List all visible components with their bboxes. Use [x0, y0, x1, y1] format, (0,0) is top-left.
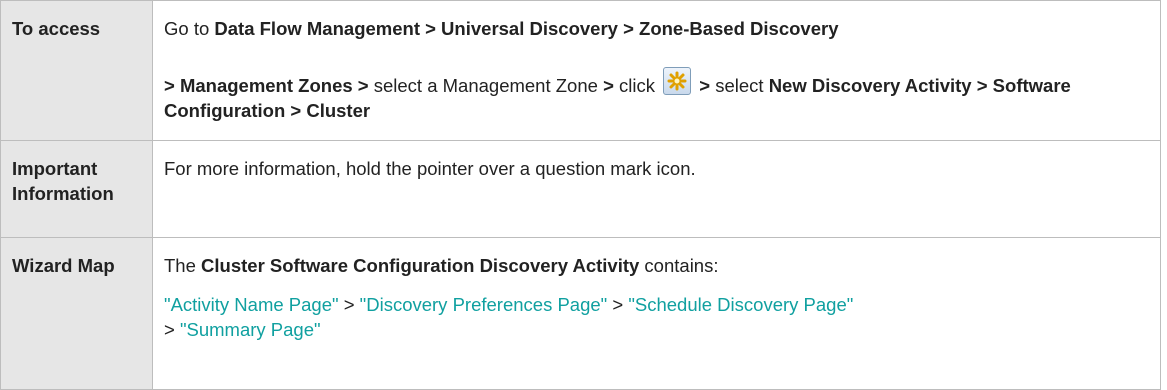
access-line-1: Go to Data Flow Management > Universal D…: [164, 16, 1150, 41]
wizard-intro: The Cluster Software Configuration Disco…: [164, 253, 1150, 278]
wizard-links: "Activity Name Page" > "Discovery Prefer…: [164, 292, 1150, 342]
access-path-1: Data Flow Management > Universal Discove…: [214, 18, 839, 39]
new-asterisk-icon: [663, 67, 692, 95]
access-path-2: > Management Zones >: [164, 75, 369, 96]
link-summary-page[interactable]: "Summary Page": [180, 319, 321, 340]
info-table: To access Go to Data Flow Management > U…: [0, 0, 1161, 390]
access-text-goto: Go to: [164, 18, 215, 39]
content-wizard-map: The Cluster Software Configuration Disco…: [152, 237, 1161, 390]
label-to-access: To access: [0, 0, 153, 141]
content-to-access: Go to Data Flow Management > Universal D…: [152, 0, 1161, 141]
wizard-text-the: The: [164, 255, 202, 276]
label-wizard-map: Wizard Map: [0, 237, 153, 390]
wizard-sep-3: >: [164, 319, 180, 340]
row-important-information: Important Information For more informati…: [0, 140, 1161, 238]
wizard-text-contains: contains:: [639, 255, 719, 276]
label-important-information: Important Information: [0, 140, 153, 238]
access-sep-2: >: [699, 75, 711, 96]
link-activity-name-page[interactable]: "Activity Name Page": [164, 294, 339, 315]
access-text-click: click: [613, 75, 661, 96]
wizard-activity-name: Cluster Software Configuration Discovery…: [201, 255, 640, 276]
row-wizard-map: Wizard Map The Cluster Software Configur…: [0, 237, 1161, 390]
access-sep-1: >: [603, 75, 614, 96]
access-line-2: > Management Zones > select a Management…: [164, 67, 1150, 123]
wizard-sep-1: >: [338, 294, 360, 315]
link-discovery-preferences-page[interactable]: "Discovery Preferences Page": [360, 294, 608, 315]
wizard-sep-2: >: [607, 294, 629, 315]
link-schedule-discovery-page[interactable]: "Schedule Discovery Page": [628, 294, 853, 315]
access-text-select-zone: select a Management Zone: [368, 75, 604, 96]
content-important-information: For more information, hold the pointer o…: [152, 140, 1161, 238]
access-text-select: select: [710, 75, 769, 96]
row-to-access: To access Go to Data Flow Management > U…: [0, 0, 1161, 141]
